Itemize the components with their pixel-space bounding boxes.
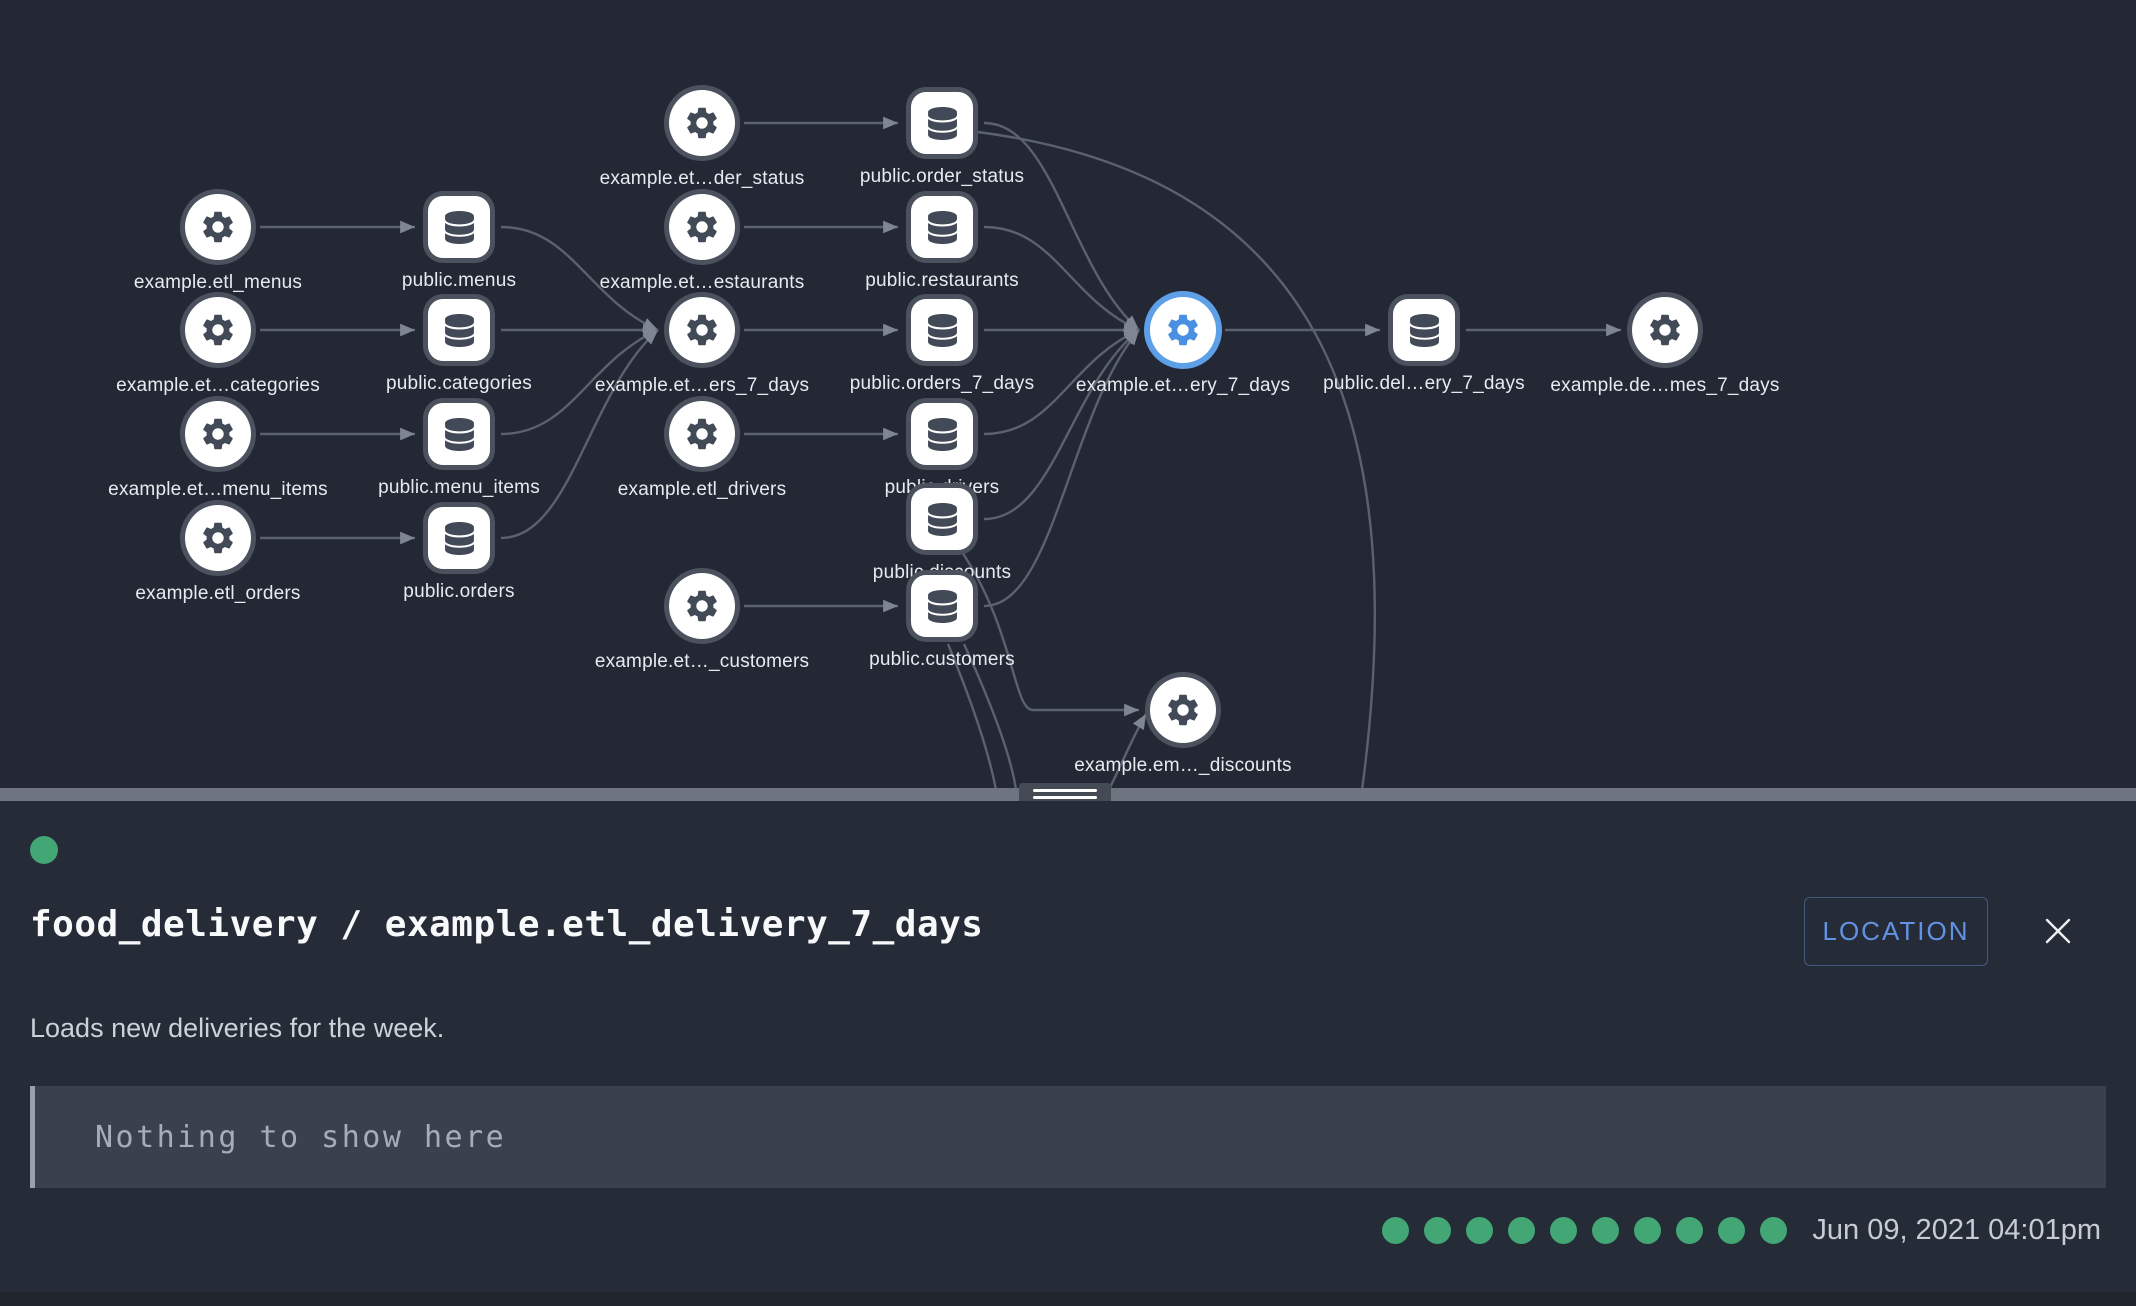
gear-icon	[683, 587, 721, 625]
graph-node-orders_7_days[interactable]: public.orders_7_days	[911, 299, 973, 361]
graph-node-label: example.et…menu_items	[108, 479, 328, 501]
empty-state-box: Nothing to show here	[30, 1086, 2106, 1188]
graph-node-label: public.del…ery_7_days	[1323, 373, 1525, 395]
database-icon	[443, 314, 476, 347]
database-icon	[926, 211, 959, 244]
graph-node-menus[interactable]: public.menus	[428, 196, 490, 258]
gear-icon	[199, 311, 237, 349]
run-dot[interactable]	[1634, 1217, 1661, 1244]
graph-node-categories[interactable]: public.categories	[428, 299, 490, 361]
empty-state-text: Nothing to show here	[95, 1120, 506, 1155]
lineage-nodes: example.et…der_status public.order_status…	[0, 0, 2136, 788]
graph-node-label: public.categories	[386, 373, 532, 395]
graph-node-etl_order_status[interactable]: example.et…der_status	[669, 90, 735, 156]
close-icon[interactable]	[2038, 911, 2078, 951]
database-icon	[926, 503, 959, 536]
graph-node-delivery_times_7_days[interactable]: example.de…mes_7_days	[1632, 297, 1698, 363]
graph-node-label: example.et…_customers	[595, 651, 809, 673]
graph-node-etl_menus[interactable]: example.etl_menus	[185, 194, 251, 260]
graph-node-order_status[interactable]: public.order_status	[911, 92, 973, 154]
gear-icon	[1164, 691, 1202, 729]
footer-strip	[0, 1292, 2136, 1306]
run-dot[interactable]	[1508, 1217, 1535, 1244]
graph-node-label: public.orders	[403, 581, 514, 603]
database-icon	[443, 522, 476, 555]
graph-node-drivers[interactable]: public.drivers	[911, 403, 973, 465]
graph-node-etl_customers[interactable]: example.et…_customers	[669, 573, 735, 639]
graph-node-orders[interactable]: public.orders	[428, 507, 490, 569]
database-icon	[1408, 314, 1441, 347]
graph-node-etl_delivery_7_days[interactable]: example.et…ery_7_days	[1150, 297, 1216, 363]
location-button[interactable]: LOCATION	[1804, 897, 1988, 966]
runs-timestamp: Jun 09, 2021 04:01pm	[1812, 1214, 2101, 1247]
status-dot	[30, 836, 58, 864]
graph-node-label: example.etl_drivers	[618, 479, 787, 501]
gear-icon	[683, 208, 721, 246]
database-icon	[443, 211, 476, 244]
gear-icon	[1646, 311, 1684, 349]
graph-node-label: public.menus	[402, 270, 516, 292]
database-icon	[443, 418, 476, 451]
graph-node-customers[interactable]: public.customers	[911, 575, 973, 637]
runs-row: Jun 09, 2021 04:01pm	[1382, 1214, 2101, 1247]
graph-node-label: example.et…der_status	[600, 168, 805, 190]
asset-detail-panel: food_delivery / example.etl_delivery_7_d…	[0, 801, 2136, 1306]
graph-node-label: public.orders_7_days	[850, 373, 1035, 395]
graph-node-etl_restaurants[interactable]: example.et…estaurants	[669, 194, 735, 260]
database-icon	[926, 418, 959, 451]
graph-node-label: public.order_status	[860, 166, 1024, 188]
graph-node-etl_orders_7_days[interactable]: example.et…ers_7_days	[669, 297, 735, 363]
gear-icon	[1164, 311, 1202, 349]
database-icon	[926, 314, 959, 347]
run-status-dots	[1382, 1217, 1787, 1244]
run-dot[interactable]	[1676, 1217, 1703, 1244]
graph-node-etl_drivers[interactable]: example.etl_drivers	[669, 401, 735, 467]
gear-icon	[199, 415, 237, 453]
graph-node-etl_categories[interactable]: example.et…categories	[185, 297, 251, 363]
graph-node-label: example.etl_orders	[135, 583, 300, 605]
graph-node-restaurants[interactable]: public.restaurants	[911, 196, 973, 258]
graph-node-label: public.restaurants	[865, 270, 1019, 292]
gear-icon	[199, 208, 237, 246]
graph-node-etl_menu_items[interactable]: example.et…menu_items	[185, 401, 251, 467]
gear-icon	[199, 519, 237, 557]
graph-node-email_discounts[interactable]: example.em…_discounts	[1150, 677, 1216, 743]
run-dot[interactable]	[1550, 1217, 1577, 1244]
graph-node-label: public.menu_items	[378, 477, 540, 499]
graph-node-etl_orders[interactable]: example.etl_orders	[185, 505, 251, 571]
graph-node-menu_items[interactable]: public.menu_items	[428, 403, 490, 465]
graph-node-label: example.et…categories	[116, 375, 320, 397]
graph-node-delivery_7_days[interactable]: public.del…ery_7_days	[1393, 299, 1455, 361]
graph-node-label: public.customers	[869, 649, 1015, 671]
run-dot[interactable]	[1718, 1217, 1745, 1244]
graph-node-label: example.et…ers_7_days	[595, 375, 809, 397]
graph-node-discounts[interactable]: public.discounts	[911, 488, 973, 550]
run-dot[interactable]	[1424, 1217, 1451, 1244]
run-dot[interactable]	[1592, 1217, 1619, 1244]
asset-description: Loads new deliveries for the week.	[30, 1013, 444, 1044]
database-icon	[926, 107, 959, 140]
run-dot[interactable]	[1382, 1217, 1409, 1244]
graph-node-label: example.em…_discounts	[1074, 755, 1292, 777]
graph-node-label: example.etl_menus	[134, 272, 302, 294]
gear-icon	[683, 311, 721, 349]
lineage-canvas[interactable]: example.et…der_status public.order_status…	[0, 0, 2136, 788]
database-icon	[926, 590, 959, 623]
page-title: food_delivery / example.etl_delivery_7_d…	[30, 904, 983, 945]
graph-node-label: example.et…estaurants	[600, 272, 805, 294]
graph-node-label: example.de…mes_7_days	[1550, 375, 1779, 397]
gear-icon	[683, 415, 721, 453]
run-dot[interactable]	[1466, 1217, 1493, 1244]
graph-node-label: example.et…ery_7_days	[1076, 375, 1290, 397]
run-dot[interactable]	[1760, 1217, 1787, 1244]
gear-icon	[683, 104, 721, 142]
